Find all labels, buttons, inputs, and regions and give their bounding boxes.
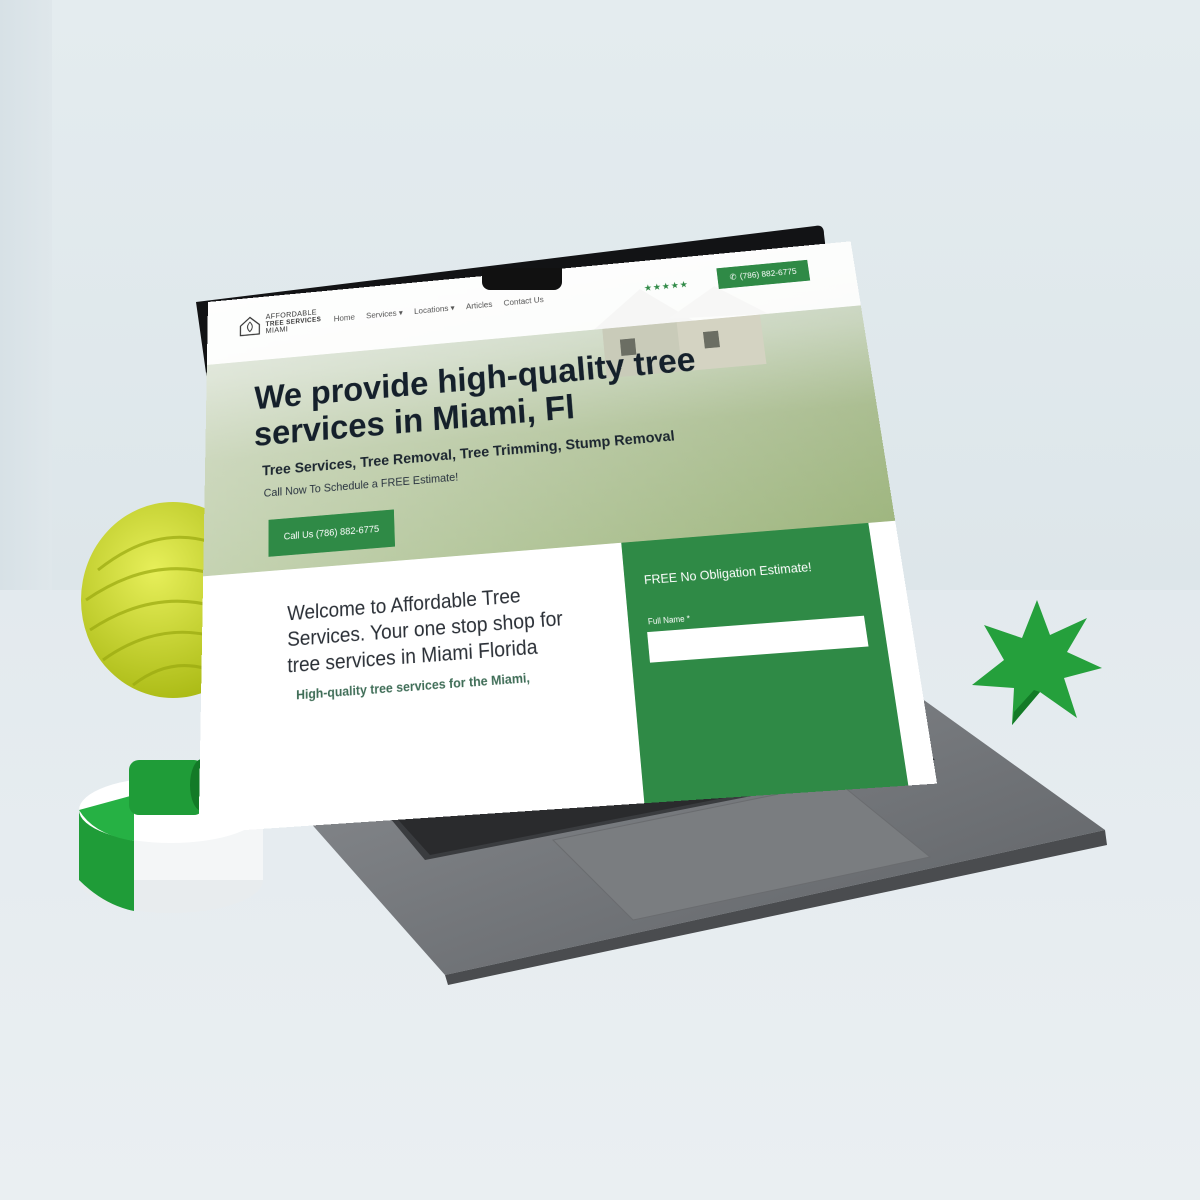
site-logo[interactable]: AFFORDABLE TREE SERVICES MIAMI [239, 308, 322, 337]
estimate-form: FREE No Obligation Estimate! Full Name * [621, 522, 909, 804]
nav-articles[interactable]: Articles [466, 300, 493, 311]
phone-button[interactable]: ✆ (786) 882-6775 [716, 259, 811, 289]
phone-icon: ✆ [729, 272, 738, 282]
nav-services[interactable]: Services ▾ [366, 309, 403, 321]
phone-button-label: (786) 882-6775 [739, 266, 798, 281]
camera-notch [482, 268, 562, 290]
logo-text: AFFORDABLE TREE SERVICES MIAMI [265, 308, 322, 335]
welcome-heading: Welcome to Affordable Tree Services. You… [287, 583, 564, 678]
laptop-screen: AFFORDABLE TREE SERVICES MIAMI Home Serv… [196, 222, 938, 834]
nav-contact[interactable]: Contact Us [503, 296, 544, 308]
full-name-label: Full Name * [647, 613, 691, 627]
form-title: FREE No Obligation Estimate! [643, 559, 813, 588]
house-leaf-icon [239, 315, 261, 337]
website: AFFORDABLE TREE SERVICES MIAMI Home Serv… [198, 241, 938, 834]
nav-home[interactable]: Home [334, 313, 355, 324]
rating-stars: ★★★★★ [643, 279, 690, 294]
nav-locations[interactable]: Locations ▾ [414, 304, 455, 316]
main-nav: Home Services ▾ Locations ▾ Articles Con… [334, 296, 544, 324]
logo-line-3: MIAMI [265, 324, 289, 335]
